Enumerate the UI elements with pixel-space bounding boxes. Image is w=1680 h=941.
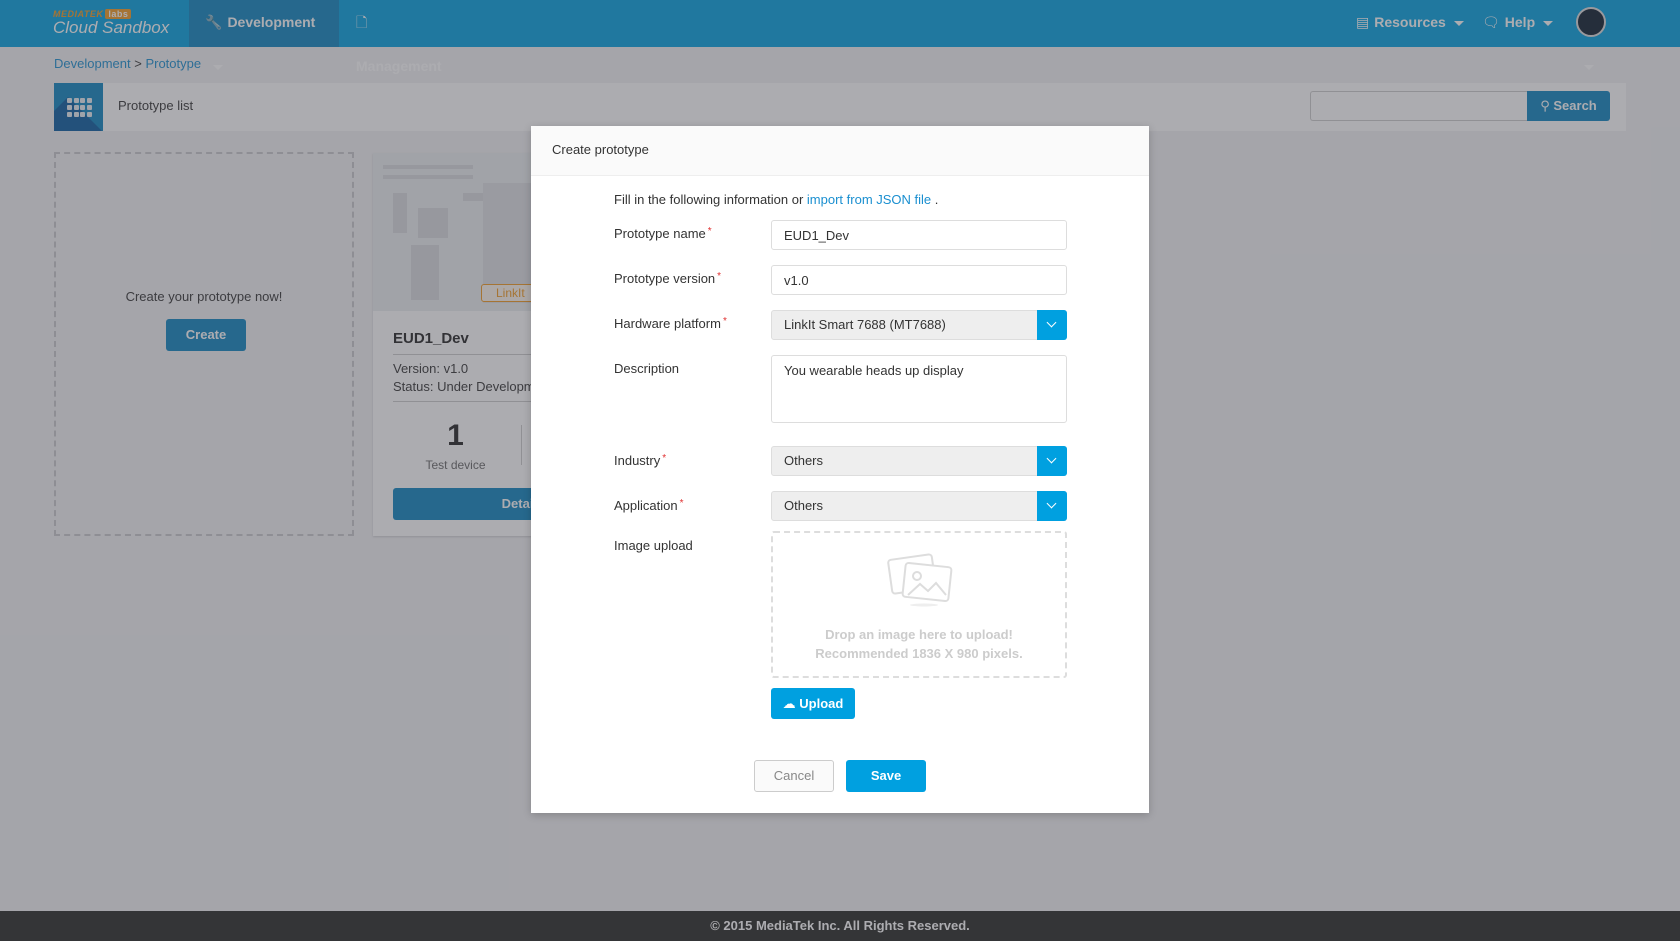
modal-intro: Fill in the following information or imp… <box>614 192 938 207</box>
application-label: Application * <box>614 498 684 513</box>
description-label: Description <box>614 361 680 376</box>
image-upload-label: Image upload <box>614 538 693 553</box>
image-dropzone[interactable]: Drop an image here to upload! Recommende… <box>771 531 1067 678</box>
image-placeholder-icon <box>887 553 953 607</box>
application-select[interactable]: Others <box>771 491 1067 521</box>
application-value: Others <box>784 498 824 513</box>
required-marker: * <box>662 453 667 464</box>
required-marker: * <box>722 316 727 327</box>
prototype-name-label: Prototype name * <box>614 226 712 241</box>
hardware-platform-value: LinkIt Smart 7688 (MT7688) <box>784 317 946 332</box>
hardware-platform-label: Hardware platform * <box>614 316 727 331</box>
required-marker: * <box>679 498 684 509</box>
modal-title: Create prototype <box>531 126 1149 176</box>
prototype-version-input[interactable] <box>771 265 1067 295</box>
description-textarea[interactable]: You wearable heads up display <box>771 355 1067 423</box>
upload-button-label: Upload <box>799 696 844 711</box>
cancel-button[interactable]: Cancel <box>754 760 834 792</box>
upload-button[interactable]: ☁ Upload <box>771 688 855 719</box>
required-marker: * <box>717 271 722 282</box>
chevron-down-icon[interactable] <box>1037 310 1067 340</box>
industry-label: Industry * <box>614 453 667 468</box>
save-button[interactable]: Save <box>846 760 926 792</box>
hardware-platform-select[interactable]: LinkIt Smart 7688 (MT7688) <box>771 310 1067 340</box>
intro-end: . <box>931 192 939 207</box>
prototype-version-label: Prototype version * <box>614 271 722 286</box>
import-json-link[interactable]: import from JSON file <box>807 192 931 207</box>
chevron-down-icon[interactable] <box>1037 446 1067 476</box>
industry-value: Others <box>784 453 824 468</box>
industry-select[interactable]: Others <box>771 446 1067 476</box>
create-prototype-modal: Create prototype Fill in the following i… <box>531 126 1149 813</box>
intro-text: Fill in the following information or <box>614 192 807 207</box>
cloud-upload-icon: ☁ <box>782 696 796 711</box>
dropzone-text: Drop an image here to upload! Recommende… <box>815 627 1023 661</box>
chevron-down-icon[interactable] <box>1037 491 1067 521</box>
required-marker: * <box>707 226 712 237</box>
prototype-name-input[interactable] <box>771 220 1067 250</box>
